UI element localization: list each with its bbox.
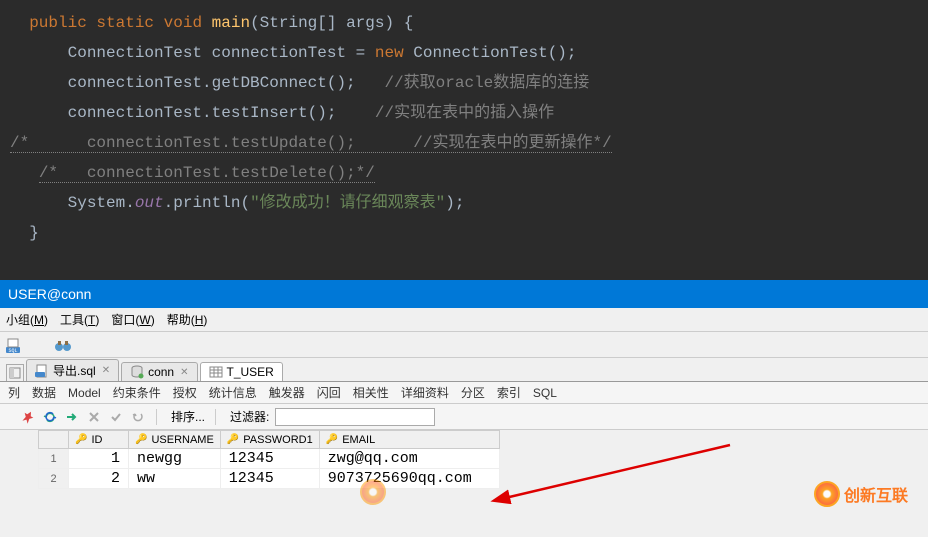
sub-nav-deps[interactable]: 相关性 — [351, 384, 391, 401]
col-username[interactable]: 🔑USERNAME — [129, 431, 221, 449]
watermark-logo-icon — [814, 481, 840, 507]
arrow-icon[interactable] — [64, 409, 80, 425]
sub-nav-stats[interactable]: 统计信息 — [207, 384, 259, 401]
sub-nav-partitions[interactable]: 分区 — [459, 384, 487, 401]
table-row[interactable]: 2 2 ww 12345 9073725690qq.com — [39, 469, 500, 489]
tabs-bar: 导出.sql ✕ conn ✕ T_USER — [0, 358, 928, 382]
table-icon — [209, 365, 223, 379]
sub-nav-indexes[interactable]: 索引 — [495, 384, 523, 401]
cell-id[interactable]: 1 — [69, 449, 129, 469]
table-row[interactable]: 1 1 newgg 12345 zwg@qq.com — [39, 449, 500, 469]
sub-nav-flashback[interactable]: 闪回 — [315, 384, 343, 401]
connection-title: USER@conn — [8, 286, 91, 302]
tab-t-user[interactable]: T_USER — [200, 362, 283, 381]
tab-conn[interactable]: conn ✕ — [121, 362, 197, 381]
cell-username[interactable]: newgg — [129, 449, 221, 469]
menu-tools[interactable]: 工具(T) — [60, 311, 99, 328]
svg-text:SQL: SQL — [8, 348, 17, 353]
code-line[interactable]: connectionTest.testInsert(); //实现在表中的插入操… — [0, 98, 928, 128]
refresh-icon[interactable] — [42, 409, 58, 425]
data-table[interactable]: 🔑ID 🔑USERNAME 🔑PASSWORD1 🔑EMAIL 1 1 newg… — [38, 430, 500, 489]
sub-nav-constraints[interactable]: 约束条件 — [111, 384, 163, 401]
cell-password[interactable]: 12345 — [220, 469, 319, 489]
delete-icon[interactable] — [86, 409, 102, 425]
pin-icon[interactable] — [20, 409, 36, 425]
cell-email[interactable]: zwg@qq.com — [319, 449, 499, 469]
code-line[interactable]: ConnectionTest connectionTest = new Conn… — [0, 38, 928, 68]
rollback-icon[interactable] — [130, 409, 146, 425]
sub-nav-model[interactable]: Model — [66, 386, 103, 400]
annotation-arrow — [490, 440, 740, 510]
code-editor[interactable]: public static void main(String[] args) {… — [0, 0, 928, 280]
sql-file-icon — [35, 364, 49, 378]
cell-username[interactable]: ww — [129, 469, 221, 489]
row-number: 1 — [39, 449, 69, 469]
tab-export-sql[interactable]: 导出.sql ✕ — [26, 359, 119, 381]
toolbar: SQL — [0, 332, 928, 358]
sql-icon[interactable]: SQL — [6, 336, 24, 354]
code-line[interactable]: connectionTest.getDBConnect(); //获取oracl… — [0, 68, 928, 98]
panel-toggle-icon[interactable] — [6, 364, 24, 381]
tab-label: conn — [148, 365, 174, 379]
code-line[interactable]: /* connectionTest.testUpdate(); //实现在表中的… — [0, 128, 928, 158]
col-email[interactable]: 🔑EMAIL — [319, 431, 499, 449]
watermark-small-icon — [360, 479, 388, 507]
sort-button[interactable]: 排序... — [171, 408, 205, 425]
cell-id[interactable]: 2 — [69, 469, 129, 489]
code-line[interactable]: System.out.println("修改成功！请仔细观察表"); — [0, 188, 928, 218]
menu-help[interactable]: 帮助(H) — [167, 311, 208, 328]
close-icon[interactable]: ✕ — [180, 367, 188, 378]
sub-nav-triggers[interactable]: 触发器 — [267, 384, 307, 401]
sub-nav-sql[interactable]: SQL — [531, 386, 559, 400]
sub-nav-data[interactable]: 数据 — [30, 384, 58, 401]
menu-window[interactable]: 窗口(W) — [111, 311, 154, 328]
filter-input[interactable] — [275, 408, 435, 426]
sub-nav-details[interactable]: 详细资料 — [399, 384, 451, 401]
watermark: 创新互联 — [814, 481, 908, 507]
commit-icon[interactable] — [108, 409, 124, 425]
menu-group[interactable]: 小组(M) — [6, 311, 48, 328]
cell-email[interactable]: 9073725690qq.com — [319, 469, 499, 489]
cell-password[interactable]: 12345 — [220, 449, 319, 469]
db-icon — [130, 365, 144, 379]
close-icon[interactable]: ✕ — [102, 365, 110, 376]
col-id[interactable]: 🔑ID — [69, 431, 129, 449]
filter-label: 过滤器: — [230, 408, 269, 425]
row-number: 2 — [39, 469, 69, 489]
code-line[interactable]: /* connectionTest.testDelete();*/ — [0, 158, 928, 188]
tab-label: T_USER — [227, 365, 274, 379]
sub-nav-grants[interactable]: 授权 — [171, 384, 199, 401]
action-bar: 排序... 过滤器: — [0, 404, 928, 430]
code-line[interactable]: public static void main(String[] args) { — [0, 8, 928, 38]
col-password[interactable]: 🔑PASSWORD1 — [220, 431, 319, 449]
connection-title-bar: USER@conn — [0, 280, 928, 308]
watermark-text: 创新互联 — [844, 482, 908, 506]
table-header-row: 🔑ID 🔑USERNAME 🔑PASSWORD1 🔑EMAIL — [39, 431, 500, 449]
binoculars-icon[interactable] — [54, 336, 72, 354]
sub-nav: 列 数据 Model 约束条件 授权 统计信息 触发器 闪回 相关性 详细资料 … — [0, 382, 928, 404]
tab-label: 导出.sql — [53, 362, 96, 379]
menu-bar: 小组(M) 工具(T) 窗口(W) 帮助(H) — [0, 308, 928, 332]
sub-nav-columns[interactable]: 列 — [6, 384, 22, 401]
code-line[interactable]: } — [0, 218, 928, 248]
